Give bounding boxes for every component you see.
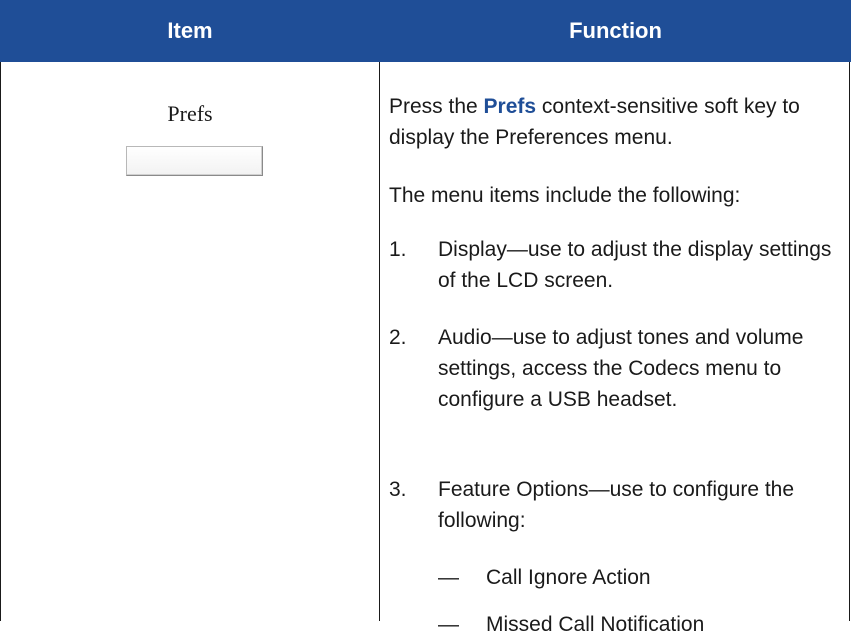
list-text: Display—use to adjust the display settin… bbox=[438, 238, 832, 292]
header-item: Item bbox=[167, 18, 213, 43]
list-number: 1. bbox=[389, 238, 407, 261]
menu-intro: The menu items include the following: bbox=[389, 184, 741, 207]
table-border-left bbox=[0, 62, 1, 621]
list-text: Audio—use to adjust tones and volume set… bbox=[438, 326, 804, 411]
column-divider bbox=[379, 62, 380, 621]
prefs-soft-key-button[interactable] bbox=[126, 146, 263, 176]
sublist-text: Call Ignore Action bbox=[486, 566, 651, 589]
sublist-dash: — bbox=[438, 613, 459, 636]
table-border-right bbox=[849, 62, 850, 621]
intro-prefix: Press the bbox=[389, 95, 484, 118]
function-description: Press the Prefs context-sensitive soft k… bbox=[389, 91, 839, 153]
list-number: 2. bbox=[389, 326, 407, 349]
table-header: Item Function bbox=[0, 0, 851, 62]
header-function: Function bbox=[569, 18, 662, 43]
list-text: Feature Options—use to configure the fol… bbox=[438, 478, 795, 532]
soft-key-label: Prefs bbox=[167, 101, 213, 126]
sublist-dash: — bbox=[438, 566, 459, 589]
list-number: 3. bbox=[389, 478, 407, 501]
function-table: Item Function Prefs Press the Prefs cont… bbox=[0, 0, 851, 636]
prefs-key-name: Prefs bbox=[483, 95, 537, 118]
sublist-text: Missed Call Notification bbox=[486, 613, 705, 636]
